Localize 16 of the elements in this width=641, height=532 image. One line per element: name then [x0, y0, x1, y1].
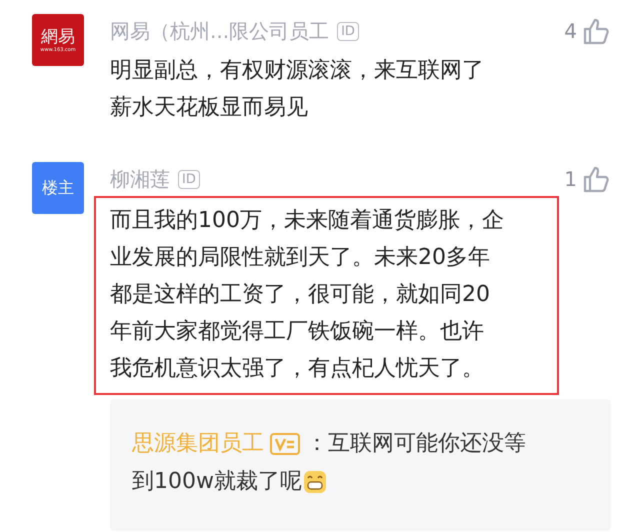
- vip-badge-icon: [270, 433, 300, 455]
- author-name[interactable]: 网易（杭州...限公司员工: [110, 18, 330, 44]
- reply-text: 到100w就裁了呢: [132, 468, 302, 496]
- comment-text: 明显副总，有权财源滚滚，来互联网了 薪水天花板显而易见: [110, 57, 485, 122]
- comment-text: 而且我的100万，未来随着通货膨胀，企 业发展的局限性就到天了。未来20多年 都是这样的工资了，很可能，就如同20 年前大家都觉得工厂铁饭碗一样。也许 我危机意识太强了，有点杞人忧天了。: [94, 196, 559, 395]
- author-badge: 楼主: [32, 162, 84, 214]
- reply-text: ：互联网可能你还没等: [306, 430, 526, 458]
- grinning-emoji-icon: [302, 470, 327, 494]
- like-count: 4: [564, 19, 577, 43]
- like-count: 1: [564, 167, 577, 191]
- thumbs-up-icon[interactable]: [583, 165, 609, 193]
- reply-author[interactable]: 思源集团员工: [132, 425, 264, 463]
- thumbs-up-icon[interactable]: [583, 17, 609, 45]
- id-badge: ID: [337, 22, 359, 40]
- author-name[interactable]: 柳湘莲: [110, 166, 170, 192]
- id-badge: ID: [178, 170, 200, 188]
